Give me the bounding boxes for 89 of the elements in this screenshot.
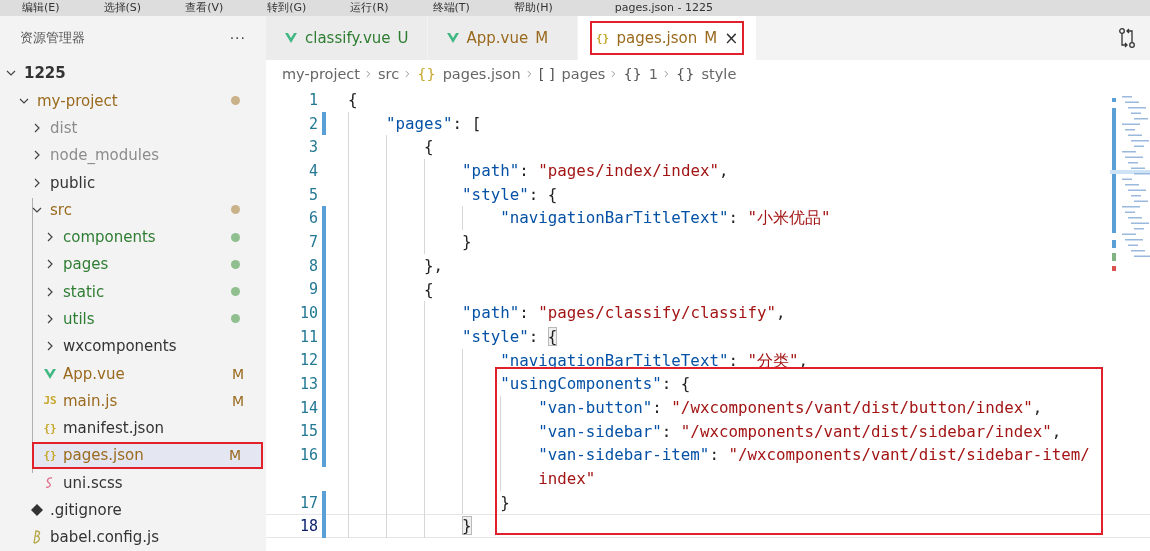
status-label: M xyxy=(231,365,244,382)
symbol-icon: {} xyxy=(623,66,642,82)
file-item[interactable]: babel.config.js xyxy=(0,523,266,551)
code-line: "path": "pages/classify/classify", xyxy=(462,302,786,325)
sidebar-title: 资源管理器 xyxy=(20,28,85,47)
line-number: 11 xyxy=(299,327,318,346)
line-number: 8 xyxy=(308,256,318,275)
status-label: M xyxy=(228,447,241,464)
code-line: } xyxy=(500,491,510,514)
folder-item[interactable]: utils xyxy=(0,305,266,333)
compare-changes-icon[interactable] xyxy=(1118,27,1136,49)
line-number: 12 xyxy=(299,351,318,370)
more-actions-button[interactable]: ··· xyxy=(229,29,246,46)
line-number: 2 xyxy=(308,114,318,133)
json-icon: {} xyxy=(595,31,610,45)
code-line: "style": { xyxy=(462,325,558,348)
window-title: pages.json - 1225 xyxy=(614,0,713,16)
breadcrumb-item[interactable]: src xyxy=(378,66,400,82)
line-number: 10 xyxy=(299,304,318,323)
json-icon: {} xyxy=(43,448,57,462)
code-line: "usingComponents": { xyxy=(500,373,691,396)
folder-item[interactable]: public xyxy=(0,168,266,197)
breadcrumb-item[interactable]: style xyxy=(701,66,737,82)
breadcrumb-item[interactable]: 1 xyxy=(648,66,659,82)
line-number: 18 xyxy=(299,517,318,536)
code-line: "pages": [ xyxy=(386,112,482,135)
menu-item[interactable]: 选择(S) xyxy=(81,0,164,16)
code-line: { xyxy=(424,278,434,301)
js-icon: JS xyxy=(43,394,57,408)
close-icon[interactable]: × xyxy=(724,28,739,48)
file-item[interactable]: uni.scss xyxy=(0,469,266,497)
code-line: { xyxy=(348,89,358,111)
code-line: "van-sidebar": "/wxcomponents/vant/dist/sidebar/index", xyxy=(538,420,1062,443)
folder-item[interactable]: src xyxy=(0,196,266,224)
symbol-icon: {} xyxy=(676,66,695,82)
code-line: "van-button": "/wxcomponents/vant/dist/button/index", xyxy=(538,396,1043,419)
folder-item[interactable]: pages xyxy=(0,250,266,279)
folder-item[interactable]: static xyxy=(0,278,266,306)
folder-item[interactable]: wxcomponents xyxy=(0,332,266,360)
line-number: 15 xyxy=(299,422,318,441)
line-number: 3 xyxy=(308,138,318,157)
code-line: "navigationBarTitleText": "小米优品" xyxy=(500,207,831,230)
vue-icon xyxy=(284,31,298,45)
line-number: 14 xyxy=(299,398,318,417)
status-label: M xyxy=(231,392,244,409)
folder-item[interactable]: node_modules xyxy=(0,141,266,169)
git-icon xyxy=(30,503,44,518)
line-number: 4 xyxy=(308,161,318,180)
file-item[interactable]: JS main.js M xyxy=(0,387,266,415)
code-line: "van-sidebar-item": "/wxcomponents/vant/dist/sidebar-item/ xyxy=(538,444,1090,467)
file-item[interactable]: .gitignore xyxy=(0,496,266,524)
vue-icon xyxy=(445,31,460,45)
symbol-icon: [ ] xyxy=(538,66,555,82)
editor-tab[interactable]: classify.vue U xyxy=(266,16,428,60)
code-line: "style": { xyxy=(462,183,558,206)
json-icon: {} xyxy=(43,421,57,435)
line-number: 9 xyxy=(308,280,318,299)
breadcrumb-item[interactable]: my-project xyxy=(282,66,360,82)
folder-item[interactable]: 1225 xyxy=(0,59,266,87)
file-item[interactable]: App.vue M xyxy=(0,359,266,388)
menu-item[interactable]: 转到(G) xyxy=(245,0,329,16)
menu-item[interactable]: 运行(R) xyxy=(328,0,411,16)
line-number: 6 xyxy=(308,209,318,228)
menu-item[interactable]: 帮助(H) xyxy=(491,0,575,16)
folder-item[interactable]: my-project xyxy=(0,86,266,115)
line-number: 16 xyxy=(299,446,318,465)
code-line: index" xyxy=(538,468,596,490)
line-number: 13 xyxy=(299,375,318,394)
line-number: 7 xyxy=(308,232,318,251)
menu-item[interactable]: 编辑(E) xyxy=(0,0,82,16)
editor-tab[interactable]: {} pages.json M × xyxy=(577,16,758,60)
breadcrumb-item[interactable]: pages xyxy=(561,66,606,82)
folder-item[interactable]: components xyxy=(0,223,266,251)
editor-tab[interactable]: App.vue M xyxy=(427,16,578,60)
code-line: } xyxy=(462,231,472,254)
breadcrumb-item[interactable]: pages.json xyxy=(442,66,521,82)
line-number: 17 xyxy=(299,493,318,512)
line-number: 5 xyxy=(308,185,318,204)
vue-icon xyxy=(43,366,57,381)
menu-item[interactable]: 查看(V) xyxy=(163,0,246,16)
symbol-icon: {} xyxy=(417,66,436,82)
modified-marker xyxy=(322,111,326,136)
file-item[interactable]: {} manifest.json xyxy=(0,414,266,442)
menu-item[interactable]: 终端(T) xyxy=(410,0,492,16)
line-number: 1 xyxy=(308,90,318,109)
code-line: }, xyxy=(424,254,444,277)
file-item[interactable]: {} pages.json M xyxy=(32,441,263,470)
code-line: { xyxy=(424,136,434,159)
code-line: "path": "pages/index/index", xyxy=(462,160,729,183)
